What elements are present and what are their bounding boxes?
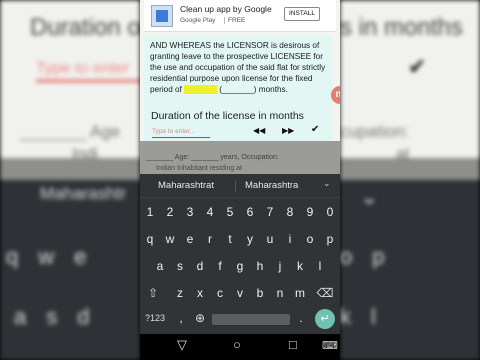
bg-at-text: at (396, 146, 410, 163)
chevron-down-icon[interactable]: ⌄ (323, 178, 331, 189)
key[interactable]: n (271, 281, 289, 305)
bg-occupation-text: cupation: (340, 122, 409, 141)
screen: Duration o Type to enter _______ Age Ind… (0, 0, 480, 360)
key[interactable]: z (171, 281, 189, 305)
key[interactable]: u (261, 227, 279, 251)
bg-keys-row2: asd (14, 304, 110, 329)
symbols-key[interactable]: ?123 (142, 306, 168, 330)
fast-forward-icon[interactable]: ▶▶ (282, 126, 294, 135)
bg-keys-row1-right: op (340, 244, 405, 269)
key[interactable]: o (301, 227, 319, 251)
shift-icon[interactable]: ⇧ (144, 281, 162, 305)
key[interactable]: m (291, 281, 309, 305)
ad-title: Clean up app by Google (180, 4, 272, 14)
key-row-1: q w e r t y u i o p (140, 227, 340, 253)
bg-check-icon: ✔ (408, 54, 427, 79)
suggestion-strip: Maharashtrat Maharashtra ⌄ (140, 174, 340, 198)
key[interactable]: j (271, 254, 289, 278)
key[interactable]: 9 (301, 200, 319, 224)
key[interactable]: 0 (321, 200, 339, 224)
key[interactable]: r (201, 227, 219, 251)
app-icon (151, 5, 173, 27)
home-icon[interactable]: ○ (233, 337, 241, 352)
key[interactable]: 3 (181, 200, 199, 224)
side-badge[interactable]: m (331, 86, 340, 104)
key[interactable]: 1 (141, 200, 159, 224)
key[interactable]: t (221, 227, 239, 251)
key[interactable]: g (231, 254, 249, 278)
clause-part2: (_______) months. (219, 85, 288, 95)
ad-banner[interactable]: Clean up app by Google Google Play FREE … (144, 0, 336, 32)
key[interactable]: i (281, 227, 299, 251)
ad-price: FREE (224, 17, 245, 24)
key[interactable]: p (321, 227, 339, 251)
key[interactable]: y (241, 227, 259, 251)
key[interactable]: 4 (201, 200, 219, 224)
bg-duration-text: Duration o (30, 14, 140, 41)
bg-placeholder-text: Type to enter (36, 60, 130, 77)
comma-key[interactable]: , (172, 306, 190, 330)
key[interactable]: 5 (221, 200, 239, 224)
document-behind-overlay: _______ Age: _______ years, Occupation: … (140, 141, 340, 178)
bg-keys-row2-right: kl (340, 304, 396, 329)
key-row-3: ⇧ z x c v b n m ⌫ (140, 281, 340, 307)
phone-screen: Clean up app by Google Google Play FREE … (140, 0, 340, 360)
key[interactable]: e (181, 227, 199, 251)
bg-chevron-icon: ⌄ (360, 184, 379, 209)
bg-indian-text: Indi (72, 146, 98, 163)
key[interactable]: 7 (261, 200, 279, 224)
highlighted-blank: xxxxxxxx (184, 85, 217, 95)
key-row-digits: 1 2 3 4 5 6 7 8 9 0 (140, 200, 340, 226)
key[interactable]: v (231, 281, 249, 305)
period-key[interactable]: . (292, 306, 310, 330)
bg-suggestion-text: Maharashtr (40, 184, 126, 203)
clause-text: AND WHEREAS the LICENSOR is desirous of … (150, 40, 330, 95)
key-row-bottom: ?123 , ⊕ . ↵ (140, 306, 340, 332)
install-button[interactable]: INSTALL (284, 7, 320, 21)
space-bar[interactable] (212, 314, 290, 325)
blurred-background-left: Duration o Type to enter _______ Age Ind… (0, 0, 140, 360)
key[interactable]: 6 (241, 200, 259, 224)
key[interactable]: f (211, 254, 229, 278)
rewind-icon[interactable]: ◀◀ (253, 126, 265, 135)
key[interactable]: 2 (161, 200, 179, 224)
key[interactable]: 8 (281, 200, 299, 224)
prompt-card: AND WHEREAS the LICENSOR is desirous of … (144, 36, 332, 141)
key[interactable]: a (151, 254, 169, 278)
bg-duration-text-right: s in months (340, 14, 463, 41)
suggestion-1[interactable]: Maharashtrat (158, 180, 214, 191)
prompt-label: Duration of the license in months (151, 110, 304, 122)
keyboard-icon[interactable]: ⌨ (322, 339, 338, 352)
recents-icon[interactable]: □ (289, 337, 297, 352)
key[interactable]: b (251, 281, 269, 305)
key[interactable]: w (161, 227, 179, 251)
duration-input[interactable]: Type to enter... (152, 127, 210, 138)
navigation-bar: ▽ ○ □ ⌨ (140, 334, 340, 360)
enter-icon[interactable]: ↵ (315, 309, 335, 329)
key[interactable]: l (311, 254, 329, 278)
blurred-background-right: s in months ✔ cupation: at ⌄ op kl (340, 0, 480, 360)
key[interactable]: c (211, 281, 229, 305)
back-icon[interactable]: ▽ (177, 337, 187, 353)
key[interactable]: h (251, 254, 269, 278)
keyboard: Maharashtrat Maharashtra ⌄ 1 2 3 4 5 6 7… (140, 174, 340, 334)
ad-store: Google Play (180, 17, 216, 24)
backspace-icon[interactable]: ⌫ (316, 281, 334, 305)
key[interactable]: s (171, 254, 189, 278)
behind-line-1: _______ Age: _______ years, Occupation: (146, 154, 279, 161)
suggestion-2[interactable]: Maharashtra (245, 180, 298, 191)
key[interactable]: k (291, 254, 309, 278)
check-icon[interactable]: ✔ (311, 124, 319, 135)
key[interactable]: d (191, 254, 209, 278)
behind-line-2: Indian Inhabitant residing at (156, 165, 243, 172)
bg-keys-row1: qwe (6, 244, 107, 269)
globe-icon[interactable]: ⊕ (191, 306, 209, 330)
bg-age-text: _______ Age (20, 122, 121, 141)
key[interactable]: x (191, 281, 209, 305)
key[interactable]: q (141, 227, 159, 251)
key-row-2: a s d f g h j k l (140, 254, 340, 280)
